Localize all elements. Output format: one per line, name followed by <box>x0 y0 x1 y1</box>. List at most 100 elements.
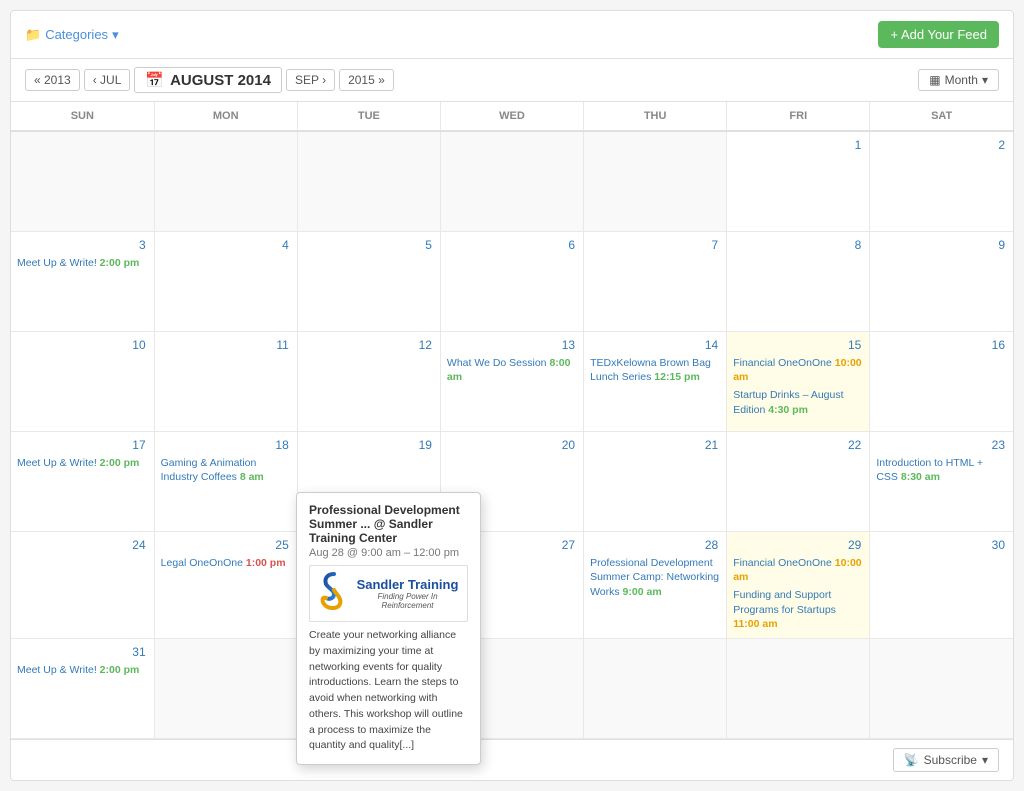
calendar-cell[interactable]: 11 <box>154 331 297 431</box>
sandler-logo-icon <box>318 572 350 615</box>
day-number: 28 <box>588 536 722 554</box>
next-year-button[interactable]: 2015 » <box>339 69 394 91</box>
calendar-cell[interactable]: 12 <box>297 331 440 431</box>
calendar-cell[interactable] <box>297 131 440 231</box>
day-number: 11 <box>159 336 293 354</box>
calendar-event[interactable]: Legal OneOnOne 1:00 pm <box>159 555 293 572</box>
calendar-cell[interactable] <box>870 638 1013 738</box>
calendar-cell[interactable] <box>11 131 154 231</box>
calendar-cell[interactable]: 8 <box>727 231 870 331</box>
day-header-fri: FRI <box>727 102 870 131</box>
calendar-cell[interactable]: 24 <box>11 531 154 638</box>
calendar-event[interactable]: Startup Drinks – August Edition 4:30 pm <box>731 387 865 418</box>
calendar-cell[interactable]: 30 <box>870 531 1013 638</box>
calendar-cell[interactable]: 31Meet Up & Write! 2:00 pm <box>11 638 154 738</box>
day-number: 17 <box>15 436 150 454</box>
chevron-down-icon: ▾ <box>982 753 988 767</box>
calendar-cell[interactable]: 13What We Do Session 8:00 am <box>440 331 583 431</box>
day-number: 2 <box>874 136 1009 154</box>
event-time: 1:00 pm <box>246 557 286 569</box>
calendar-cell[interactable]: 1 <box>727 131 870 231</box>
calendar-nav: « 2013 ‹ JUL 📅 AUGUST 2014 SEP › 2015 » … <box>11 59 1013 102</box>
day-header-tue: TUE <box>297 102 440 131</box>
day-header-sun: SUN <box>11 102 154 131</box>
calendar-event[interactable]: Introduction to HTML + CSS 8:30 am <box>874 455 1009 486</box>
calendar-cell[interactable]: 25Legal OneOnOne 1:00 pm <box>154 531 297 638</box>
calendar-event[interactable]: Gaming & Animation Industry Coffees 8 am <box>159 455 293 486</box>
day-number: 15 <box>731 336 865 354</box>
day-header-wed: WED <box>440 102 583 131</box>
toolbar: 📁 Categories ▾ + Add Your Feed <box>11 11 1013 59</box>
calendar-cell[interactable] <box>440 131 583 231</box>
event-title: What We Do Session <box>447 357 550 369</box>
event-title: Financial OneOnOne <box>733 557 835 569</box>
calendar-cell[interactable]: 17Meet Up & Write! 2:00 pm <box>11 431 154 531</box>
subscribe-button[interactable]: 📡 Subscribe ▾ <box>893 748 999 772</box>
calendar-cell[interactable] <box>154 638 297 738</box>
calendar-wrapper: SUN MON TUE WED THU FRI SAT 123Meet Up &… <box>11 102 1013 739</box>
calendar-cell[interactable]: 29Financial OneOnOne 10:00 amFunding and… <box>727 531 870 638</box>
calendar-table: SUN MON TUE WED THU FRI SAT 123Meet Up &… <box>11 102 1013 739</box>
view-label: Month <box>945 73 978 87</box>
calendar-event[interactable]: Meet Up & Write! 2:00 pm <box>15 255 150 272</box>
event-time: 2:00 pm <box>100 257 140 269</box>
calendar-cell[interactable]: 7 <box>584 231 727 331</box>
calendar-cell[interactable] <box>584 638 727 738</box>
day-number: 14 <box>588 336 722 354</box>
calendar-cell[interactable]: 16 <box>870 331 1013 431</box>
chevron-down-icon: ▾ <box>112 27 119 43</box>
day-number: 24 <box>15 536 150 554</box>
day-header-sat: SAT <box>870 102 1013 131</box>
calendar-event[interactable]: TEDxKelowna Brown Bag Lunch Series 12:15… <box>588 355 722 386</box>
calendar-event[interactable]: Meet Up & Write! 2:00 pm <box>15 662 150 679</box>
calendar-cell[interactable]: 9 <box>870 231 1013 331</box>
next-month-button[interactable]: SEP › <box>286 69 335 91</box>
day-number: 19 <box>302 436 436 454</box>
calendar-event[interactable]: Financial OneOnOne 10:00 am <box>731 555 865 586</box>
calendar-cell[interactable]: 21 <box>584 431 727 531</box>
calendar-cell[interactable]: 2 <box>870 131 1013 231</box>
day-number: 6 <box>445 236 579 254</box>
day-number: 25 <box>159 536 293 554</box>
calendar-cell[interactable]: 3Meet Up & Write! 2:00 pm <box>11 231 154 331</box>
calendar-cell[interactable]: 6 <box>440 231 583 331</box>
calendar-cell[interactable] <box>154 131 297 231</box>
calendar-event[interactable]: Funding and Support Programs for Startup… <box>731 587 865 633</box>
calendar-cell[interactable]: 18Gaming & Animation Industry Coffees 8 … <box>154 431 297 531</box>
chevron-down-icon: ▾ <box>982 73 988 87</box>
calendar-cell[interactable]: 10 <box>11 331 154 431</box>
prev-year-button[interactable]: « 2013 <box>25 69 80 91</box>
calendar-cell[interactable]: 15Financial OneOnOne 10:00 amStartup Dri… <box>727 331 870 431</box>
calendar-cell[interactable]: 5 <box>297 231 440 331</box>
day-number: 12 <box>302 336 436 354</box>
event-time: 12:15 pm <box>654 371 700 383</box>
event-title: Meet Up & Write! <box>17 457 100 469</box>
calendar-event[interactable]: What We Do Session 8:00 am <box>445 355 579 386</box>
month-view-button[interactable]: ▦ Month ▾ <box>918 69 999 91</box>
event-time: 9:00 am <box>623 586 662 598</box>
day-number: 18 <box>159 436 293 454</box>
calendar-event[interactable]: Professional Development Summer Camp: Ne… <box>588 555 722 601</box>
calendar-cell[interactable]: 14TEDxKelowna Brown Bag Lunch Series 12:… <box>584 331 727 431</box>
calendar-cell[interactable]: 4 <box>154 231 297 331</box>
day-header-mon: MON <box>154 102 297 131</box>
day-number: 10 <box>15 336 150 354</box>
calendar-event[interactable]: Financial OneOnOne 10:00 am <box>731 355 865 386</box>
calendar-cell[interactable]: 28Professional Development Summer Camp: … <box>584 531 727 638</box>
add-feed-button[interactable]: + Add Your Feed <box>878 21 999 48</box>
calendar-event[interactable]: Meet Up & Write! 2:00 pm <box>15 455 150 472</box>
calendar-cell[interactable]: 22 <box>727 431 870 531</box>
calendar-cell[interactable] <box>584 131 727 231</box>
day-number: 4 <box>159 236 293 254</box>
day-number: 30 <box>874 536 1009 554</box>
categories-button[interactable]: 📁 Categories ▾ <box>25 27 119 43</box>
day-number: 8 <box>731 236 865 254</box>
popup-logo: Sandler Training Finding Power In Reinfo… <box>309 565 468 622</box>
popup-logo-tagline: Finding Power In Reinforcement <box>356 592 459 610</box>
day-number: 3 <box>15 236 150 254</box>
day-header-thu: THU <box>584 102 727 131</box>
calendar-cell[interactable] <box>727 638 870 738</box>
calendar-cell[interactable]: 23Introduction to HTML + CSS 8:30 am <box>870 431 1013 531</box>
event-popup[interactable]: Professional Development Summer ... @ Sa… <box>296 492 481 765</box>
prev-month-button[interactable]: ‹ JUL <box>84 69 131 91</box>
